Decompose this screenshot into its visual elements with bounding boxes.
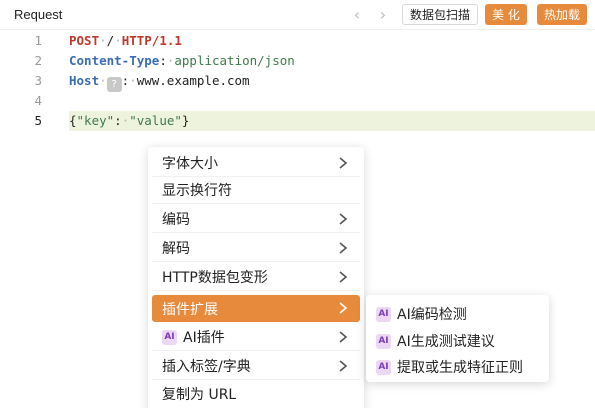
brace-open: { bbox=[69, 113, 77, 128]
chevron-right-icon bbox=[339, 271, 348, 283]
menu-item-copy-as-url[interactable]: 复制为 URL bbox=[152, 380, 360, 407]
submenu-item-extract-regex[interactable]: AI 提取或生成特征正则 bbox=[376, 356, 523, 378]
header-value: www.example.com bbox=[136, 73, 250, 88]
chevron-right-icon[interactable]: › bbox=[373, 4, 393, 24]
line-content: Host·?:·www.example.com bbox=[69, 73, 250, 92]
menu-item-show-newlines[interactable]: 显示换行符 bbox=[152, 177, 360, 204]
menu-item-label: HTTP数据包变形 bbox=[162, 270, 268, 286]
menu-item-label: 插件扩展 bbox=[162, 301, 218, 318]
beautify-button[interactable]: 美 化 bbox=[485, 4, 527, 25]
json-value: "value" bbox=[129, 113, 182, 128]
help-badge-icon[interactable]: ? bbox=[106, 77, 122, 92]
hot-load-button[interactable]: 热加载 bbox=[537, 4, 588, 25]
submenu-item-label: 提取或生成特征正则 bbox=[397, 360, 523, 376]
chevron-right-icon bbox=[339, 157, 348, 169]
submenu-item-ai-test-suggest[interactable]: AI AI生成测试建议 bbox=[376, 330, 495, 352]
menu-item-label: 编码 bbox=[162, 212, 190, 228]
brace-close: } bbox=[181, 113, 190, 128]
menu-item-plugin-extension[interactable]: 插件扩展 bbox=[152, 295, 360, 322]
http-method: POST bbox=[69, 33, 100, 48]
editor-line: 2 Content-Type:·application/json bbox=[0, 51, 595, 71]
chevron-right-icon bbox=[339, 213, 348, 225]
editor-header: Request ‹ › 数据包扫描 美 化 热加载 bbox=[0, 0, 595, 30]
menu-item-label: 解码 bbox=[162, 241, 190, 257]
line-number: 1 bbox=[34, 33, 42, 48]
header-name: Host bbox=[69, 73, 100, 88]
json-colon: : bbox=[114, 113, 122, 128]
packet-scan-button[interactable]: 数据包扫描 bbox=[402, 4, 479, 25]
plugin-submenu: AI AI编码检测 AI AI生成测试建议 AI 提取或生成特征正则 bbox=[366, 295, 549, 382]
submenu-item-ai-encoding-detect[interactable]: AI AI编码检测 bbox=[376, 303, 467, 325]
chevron-right-icon bbox=[339, 302, 348, 314]
ai-icon: AI bbox=[376, 333, 391, 349]
menu-item-label: 复制为 URL bbox=[162, 386, 237, 403]
editor-line: 4 bbox=[0, 91, 595, 111]
line-number: 2 bbox=[34, 53, 42, 68]
ai-icon: AI bbox=[162, 329, 177, 345]
menu-item-decode[interactable]: 解码 bbox=[152, 235, 360, 262]
chevron-right-icon bbox=[339, 360, 348, 372]
chevron-right-icon bbox=[339, 331, 348, 343]
header-value: application/json bbox=[174, 53, 295, 68]
json-key: "key" bbox=[76, 113, 115, 128]
menu-item-font-size[interactable]: 字体大小 bbox=[152, 150, 360, 177]
menu-item-encode[interactable]: 编码 bbox=[152, 206, 360, 233]
http-version: HTTP/1.1 bbox=[121, 33, 182, 48]
ai-icon: AI bbox=[376, 306, 391, 322]
header-name: Content-Type bbox=[69, 53, 160, 68]
line-content: Content-Type:·application/json bbox=[69, 53, 295, 68]
line-content: POST·/·HTTP/1.1 bbox=[69, 33, 182, 48]
editor-line: 1 POST·/·HTTP/1.1 bbox=[0, 31, 595, 51]
menu-item-label: AI插件 bbox=[183, 330, 225, 346]
editor-line: 3 Host·?:·www.example.com bbox=[0, 71, 595, 92]
submenu-item-label: AI编码检测 bbox=[397, 307, 467, 323]
menu-item-http-transform[interactable]: HTTP数据包变形 bbox=[152, 264, 360, 291]
menu-item-insert-tag[interactable]: 插入标签/字典 bbox=[152, 353, 360, 380]
line-number: 4 bbox=[34, 93, 42, 108]
ai-icon: AI bbox=[376, 359, 391, 375]
chevron-right-icon bbox=[339, 242, 348, 254]
menu-item-label: 字体大小 bbox=[162, 156, 218, 172]
menu-item-ai-plugin[interactable]: AI AI插件 bbox=[152, 324, 360, 351]
context-menu: 字体大小 显示换行符 编码 解码 HTTP数据包变形 插件扩展 AI AI插件 … bbox=[148, 147, 364, 408]
menu-item-label: 插入标签/字典 bbox=[162, 359, 251, 375]
editor-line-active: 5 {"key":·"value"} bbox=[0, 111, 595, 131]
line-content: {"key":·"value"} bbox=[69, 113, 190, 128]
menu-item-label: 显示换行符 bbox=[162, 183, 232, 199]
submenu-item-label: AI生成测试建议 bbox=[397, 334, 495, 350]
panel-title: Request bbox=[14, 7, 63, 22]
line-number: 5 bbox=[34, 113, 42, 128]
line-number: 3 bbox=[34, 73, 42, 88]
chevron-left-icon[interactable]: ‹ bbox=[347, 4, 367, 24]
